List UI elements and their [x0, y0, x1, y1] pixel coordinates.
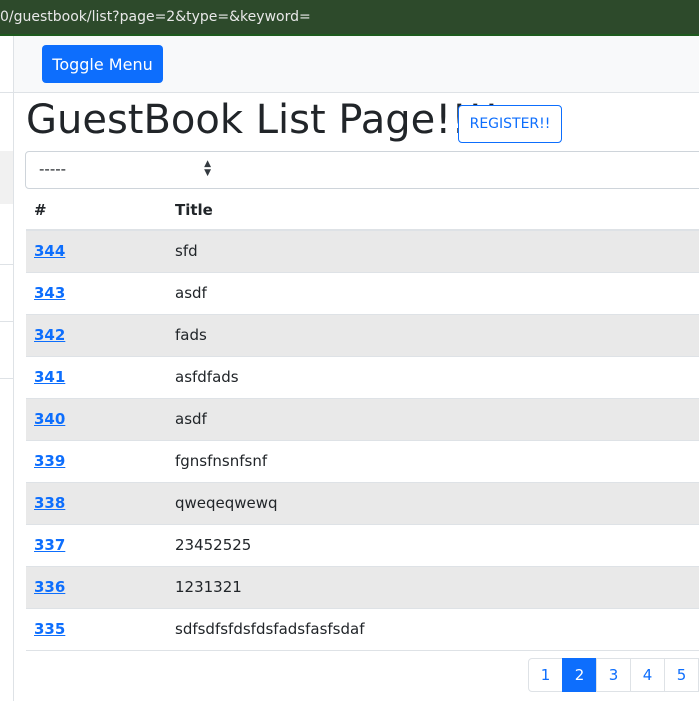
entry-title: asdf — [175, 410, 207, 428]
page-link-1[interactable]: 1 — [528, 658, 563, 692]
guestbook-table: # Title 344 sfd 343 asdf 342 fads 341 as… — [26, 189, 699, 651]
entry-number-link[interactable]: 336 — [34, 578, 65, 596]
search-bar: ----- ▲ ▼ — [25, 151, 699, 189]
table-row: 340 asdf — [26, 399, 699, 441]
page-link-4[interactable]: 4 — [630, 658, 665, 692]
toggle-menu-button[interactable]: Toggle Menu — [42, 45, 163, 83]
entry-number-link[interactable]: 337 — [34, 536, 65, 554]
sidebar-item-active[interactable] — [0, 151, 13, 204]
entry-title: qweqeqwewq — [175, 494, 278, 512]
search-type-selected: ----- — [39, 160, 67, 178]
sidebar-divider — [0, 378, 13, 379]
entry-title: 23452525 — [175, 536, 252, 554]
table-row: 338 qweqeqwewq — [26, 483, 699, 525]
table-row: 337 23452525 — [26, 525, 699, 567]
entry-number-link[interactable]: 344 — [34, 242, 65, 260]
page-link-3[interactable]: 3 — [596, 658, 631, 692]
page-title: GuestBook List Page!!!! — [26, 97, 500, 143]
register-button[interactable]: REGISTER!! — [458, 105, 562, 143]
table-row: 344 sfd — [26, 231, 699, 273]
sidebar-divider — [0, 92, 13, 93]
table-row: 342 fads — [26, 315, 699, 357]
sidebar-divider — [0, 264, 13, 265]
address-bar-url[interactable]: 0/guestbook/list?page=2&type=&keyword= — [0, 9, 311, 25]
entry-number-link[interactable]: 342 — [34, 326, 65, 344]
entry-title: fgnsfnsnfsnf — [175, 452, 268, 470]
sidebar-divider — [0, 321, 13, 322]
entry-title: asfdfads — [175, 368, 239, 386]
table-row: 343 asdf — [26, 273, 699, 315]
table-row: 336 1231321 — [26, 567, 699, 609]
entry-title: fads — [175, 326, 207, 344]
address-bar[interactable]: 0/guestbook/list?page=2&type=&keyword= — [0, 0, 699, 36]
table-header-row: # Title — [26, 189, 699, 231]
column-header-number: # — [34, 201, 47, 219]
entry-number-link[interactable]: 335 — [34, 620, 65, 638]
entry-number-link[interactable]: 340 — [34, 410, 65, 428]
table-row: 341 asfdfads — [26, 357, 699, 399]
search-type-select[interactable]: ----- ▲ ▼ — [25, 151, 224, 189]
entry-number-link[interactable]: 343 — [34, 284, 65, 302]
entry-number-link[interactable]: 341 — [34, 368, 65, 386]
pagination: 1 2 3 4 5 — [528, 658, 699, 692]
page-link-2-active[interactable]: 2 — [562, 658, 597, 692]
page-link-5[interactable]: 5 — [664, 658, 699, 692]
entry-number-link[interactable]: 338 — [34, 494, 65, 512]
entry-title: sfd — [175, 242, 198, 260]
entry-title: sdfsdfsfdsfdsfadsfasfsdaf — [175, 620, 365, 638]
entry-number-link[interactable]: 339 — [34, 452, 65, 470]
entry-title: asdf — [175, 284, 207, 302]
sidebar — [0, 36, 14, 701]
table-row: 339 fgnsfnsnfsnf — [26, 441, 699, 483]
column-header-title: Title — [175, 201, 213, 219]
keyword-input[interactable] — [222, 151, 699, 189]
entry-title: 1231321 — [175, 578, 242, 596]
top-navbar: Toggle Menu — [14, 36, 699, 93]
table-row: 335 sdfsdfsfdsfdsfadsfasfsdaf — [26, 609, 699, 651]
select-caret-icon: ▲ ▼ — [204, 159, 211, 178]
